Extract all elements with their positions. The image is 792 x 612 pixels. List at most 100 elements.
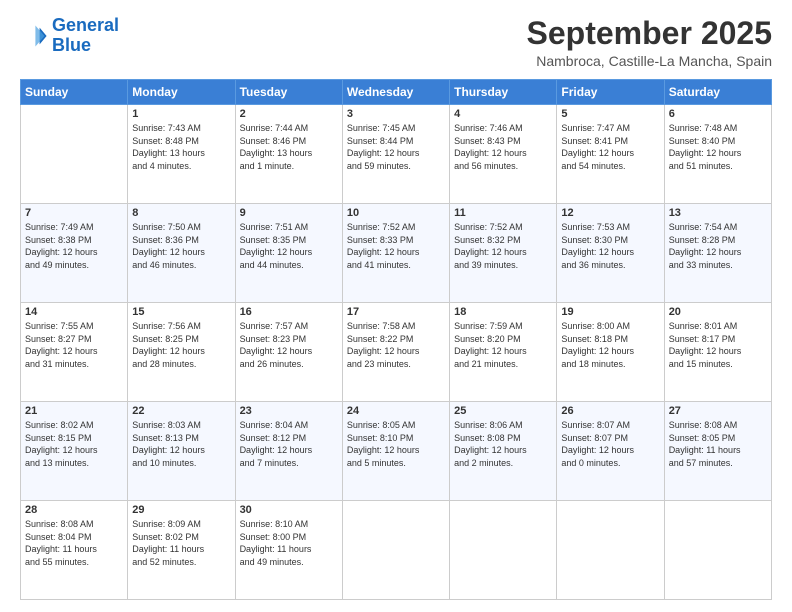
calendar-cell: 12Sunrise: 7:53 AM Sunset: 8:30 PM Dayli…	[557, 204, 664, 303]
calendar-cell: 26 Sunrise: 8:07 AM Sunset: 8:07 PM Dayli…	[557, 402, 664, 501]
day-number: 23	[240, 405, 338, 417]
day-number: 10	[347, 207, 445, 219]
day-number: 1	[132, 108, 230, 120]
calendar-cell	[450, 501, 557, 600]
day-number: 22	[132, 405, 230, 417]
calendar-cell: 18 Sunrise: 7:59 AM Sunset: 8:20 PM Dayli…	[450, 303, 557, 402]
calendar-cell: 16 Sunrise: 7:57 AM Sunset: 8:23 PM Dayli…	[235, 303, 342, 402]
header: General Blue September 2025 Nambroca, Ca…	[20, 16, 772, 69]
day-info: Sunrise: 7:45 AM Sunset: 8:44 PM Dayligh…	[347, 122, 445, 172]
day-info: Sunrise: 7:51 AM Sunset: 8:35 PM Dayligh…	[240, 221, 338, 271]
day-info: Sunrise: 7:50 AM Sunset: 8:36 PM Dayligh…	[132, 221, 230, 271]
calendar-cell	[664, 501, 771, 600]
day-number: 30	[240, 504, 338, 516]
day-header-saturday: Saturday	[664, 80, 771, 105]
day-info: Sunrise: 8:01 AM Sunset: 8:17 PM Dayligh…	[669, 320, 767, 370]
calendar-cell: 13 Sunrise: 7:54 AM Sunset: 8:28 PM Dayli…	[664, 204, 771, 303]
day-info: Sunrise: 7:46 AM Sunset: 8:43 PM Dayligh…	[454, 122, 552, 172]
day-info: Sunrise: 8:02 AM Sunset: 8:15 PM Dayligh…	[25, 419, 123, 469]
day-info: Sunrise: 8:05 AM Sunset: 8:10 PM Dayligh…	[347, 419, 445, 469]
logo-icon	[20, 22, 48, 50]
calendar-cell: 30Sunrise: 8:10 AM Sunset: 8:00 PM Dayli…	[235, 501, 342, 600]
day-number: 25	[454, 405, 552, 417]
day-number: 20	[669, 306, 767, 318]
day-number: 17	[347, 306, 445, 318]
calendar-cell: 28 Sunrise: 8:08 AM Sunset: 8:04 PM Dayli…	[21, 501, 128, 600]
day-number: 29	[132, 504, 230, 516]
day-info: Sunrise: 7:54 AM Sunset: 8:28 PM Dayligh…	[669, 221, 767, 271]
title-block: September 2025 Nambroca, Castille-La Man…	[527, 16, 772, 69]
day-number: 8	[132, 207, 230, 219]
day-info: Sunrise: 7:53 AM Sunset: 8:30 PM Dayligh…	[561, 221, 659, 271]
day-info: Sunrise: 7:59 AM Sunset: 8:20 PM Dayligh…	[454, 320, 552, 370]
calendar-cell	[557, 501, 664, 600]
day-info: Sunrise: 8:08 AM Sunset: 8:04 PM Dayligh…	[25, 518, 123, 568]
day-number: 2	[240, 108, 338, 120]
calendar-cell: 14 Sunrise: 7:55 AM Sunset: 8:27 PM Dayli…	[21, 303, 128, 402]
calendar-cell: 8 Sunrise: 7:50 AM Sunset: 8:36 PM Daylig…	[128, 204, 235, 303]
day-info: Sunrise: 7:52 AM Sunset: 8:33 PM Dayligh…	[347, 221, 445, 271]
day-number: 27	[669, 405, 767, 417]
day-info: Sunrise: 7:52 AM Sunset: 8:32 PM Dayligh…	[454, 221, 552, 271]
calendar-cell: 22 Sunrise: 8:03 AM Sunset: 8:13 PM Dayli…	[128, 402, 235, 501]
day-info: Sunrise: 8:04 AM Sunset: 8:12 PM Dayligh…	[240, 419, 338, 469]
day-number: 14	[25, 306, 123, 318]
day-info: Sunrise: 7:43 AM Sunset: 8:48 PM Dayligh…	[132, 122, 230, 172]
calendar-cell	[342, 501, 449, 600]
day-number: 24	[347, 405, 445, 417]
day-number: 9	[240, 207, 338, 219]
calendar-week-row: 1 Sunrise: 7:43 AM Sunset: 8:48 PM Daylig…	[21, 105, 772, 204]
calendar-cell	[21, 105, 128, 204]
day-number: 11	[454, 207, 552, 219]
day-info: Sunrise: 7:48 AM Sunset: 8:40 PM Dayligh…	[669, 122, 767, 172]
day-info: Sunrise: 7:55 AM Sunset: 8:27 PM Dayligh…	[25, 320, 123, 370]
calendar-cell: 2 Sunrise: 7:44 AM Sunset: 8:46 PM Daylig…	[235, 105, 342, 204]
logo-text: General Blue	[52, 16, 119, 56]
day-info: Sunrise: 7:57 AM Sunset: 8:23 PM Dayligh…	[240, 320, 338, 370]
day-number: 19	[561, 306, 659, 318]
calendar-cell: 4 Sunrise: 7:46 AM Sunset: 8:43 PM Daylig…	[450, 105, 557, 204]
day-header-tuesday: Tuesday	[235, 80, 342, 105]
day-info: Sunrise: 7:58 AM Sunset: 8:22 PM Dayligh…	[347, 320, 445, 370]
day-number: 3	[347, 108, 445, 120]
calendar-cell: 15Sunrise: 7:56 AM Sunset: 8:25 PM Dayli…	[128, 303, 235, 402]
day-info: Sunrise: 8:03 AM Sunset: 8:13 PM Dayligh…	[132, 419, 230, 469]
day-info: Sunrise: 8:00 AM Sunset: 8:18 PM Dayligh…	[561, 320, 659, 370]
day-number: 13	[669, 207, 767, 219]
day-info: Sunrise: 8:09 AM Sunset: 8:02 PM Dayligh…	[132, 518, 230, 568]
calendar-cell: 1 Sunrise: 7:43 AM Sunset: 8:48 PM Daylig…	[128, 105, 235, 204]
calendar-cell: 23 Sunrise: 8:04 AM Sunset: 8:12 PM Dayli…	[235, 402, 342, 501]
calendar-header-row: SundayMondayTuesdayWednesdayThursdayFrid…	[21, 80, 772, 105]
day-number: 4	[454, 108, 552, 120]
calendar-cell: 29 Sunrise: 8:09 AM Sunset: 8:02 PM Dayli…	[128, 501, 235, 600]
page: General Blue September 2025 Nambroca, Ca…	[0, 0, 792, 612]
day-number: 26	[561, 405, 659, 417]
day-header-friday: Friday	[557, 80, 664, 105]
day-info: Sunrise: 7:49 AM Sunset: 8:38 PM Dayligh…	[25, 221, 123, 271]
calendar-week-row: 14 Sunrise: 7:55 AM Sunset: 8:27 PM Dayli…	[21, 303, 772, 402]
calendar-cell: 9 Sunrise: 7:51 AM Sunset: 8:35 PM Daylig…	[235, 204, 342, 303]
calendar-cell: 3 Sunrise: 7:45 AM Sunset: 8:44 PM Daylig…	[342, 105, 449, 204]
day-number: 21	[25, 405, 123, 417]
day-info: Sunrise: 7:56 AM Sunset: 8:25 PM Dayligh…	[132, 320, 230, 370]
day-number: 28	[25, 504, 123, 516]
day-info: Sunrise: 8:07 AM Sunset: 8:07 PM Dayligh…	[561, 419, 659, 469]
calendar-cell: 25 Sunrise: 8:06 AM Sunset: 8:08 PM Dayli…	[450, 402, 557, 501]
calendar-week-row: 21 Sunrise: 8:02 AM Sunset: 8:15 PM Dayli…	[21, 402, 772, 501]
day-info: Sunrise: 7:44 AM Sunset: 8:46 PM Dayligh…	[240, 122, 338, 172]
day-header-wednesday: Wednesday	[342, 80, 449, 105]
calendar-cell: 27Sunrise: 8:08 AM Sunset: 8:05 PM Dayli…	[664, 402, 771, 501]
location: Nambroca, Castille-La Mancha, Spain	[527, 53, 772, 69]
calendar-cell: 24 Sunrise: 8:05 AM Sunset: 8:10 PM Dayli…	[342, 402, 449, 501]
day-info: Sunrise: 8:06 AM Sunset: 8:08 PM Dayligh…	[454, 419, 552, 469]
calendar-cell: 19 Sunrise: 8:00 AM Sunset: 8:18 PM Dayli…	[557, 303, 664, 402]
calendar-week-row: 7Sunrise: 7:49 AM Sunset: 8:38 PM Daylig…	[21, 204, 772, 303]
day-number: 16	[240, 306, 338, 318]
day-number: 18	[454, 306, 552, 318]
day-info: Sunrise: 7:47 AM Sunset: 8:41 PM Dayligh…	[561, 122, 659, 172]
calendar-cell: 17 Sunrise: 7:58 AM Sunset: 8:22 PM Dayli…	[342, 303, 449, 402]
day-header-monday: Monday	[128, 80, 235, 105]
logo-line1: General	[52, 15, 119, 35]
logo: General Blue	[20, 16, 119, 56]
calendar-cell: 20 Sunrise: 8:01 AM Sunset: 8:17 PM Dayli…	[664, 303, 771, 402]
